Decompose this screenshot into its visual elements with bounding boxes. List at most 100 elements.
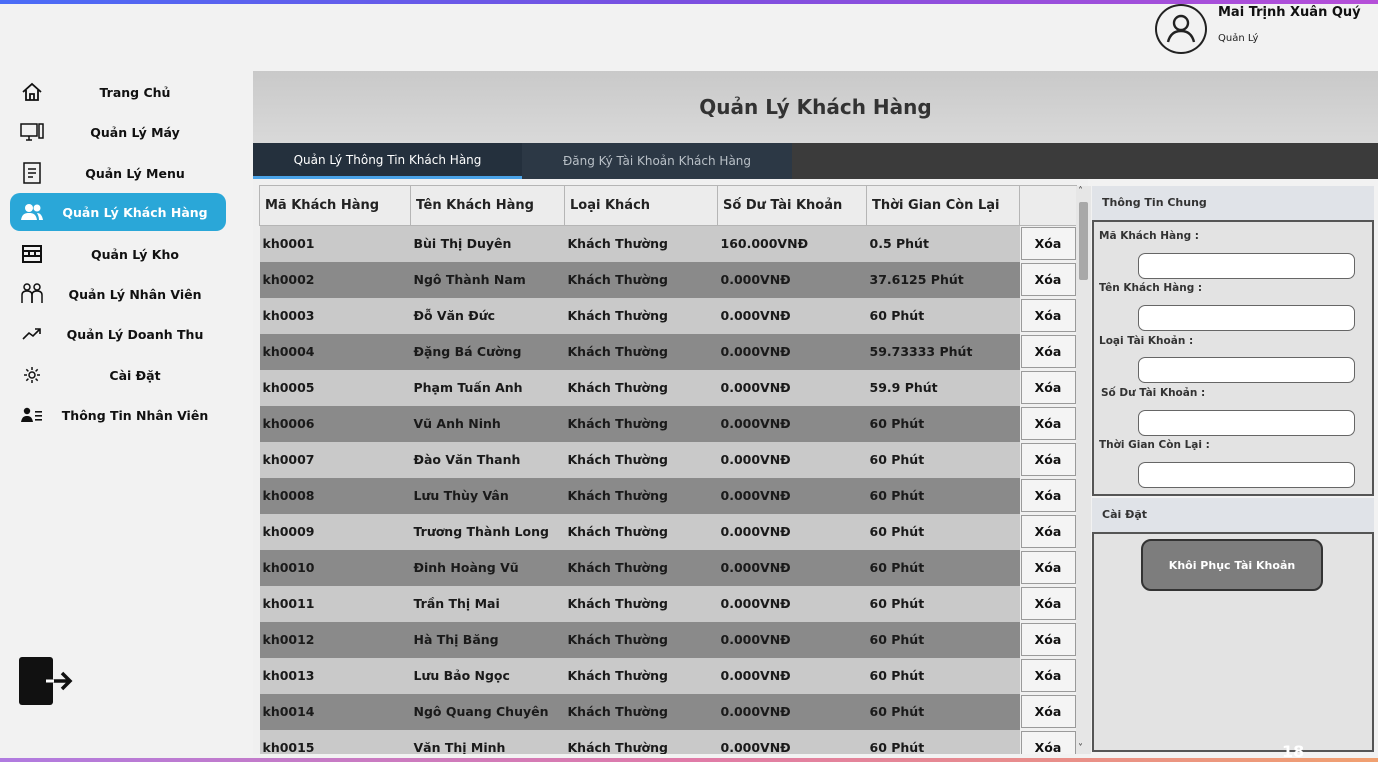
table-row[interactable]: kh0010 Đinh Hoàng Vũ Khách Thường 0.000VNĐ 6… xyxy=(259,549,1077,586)
table-action-cell: Xóa xyxy=(1019,405,1077,442)
column-header[interactable]: Tên Khách Hàng xyxy=(410,185,565,226)
table-row[interactable]: kh0014 Ngô Quang Chuyên Khách Thường 0.000V… xyxy=(259,693,1077,730)
table-row[interactable]: kh0013 Lưu Bảo Ngọc Khách Thường 0.000VNĐ 60… xyxy=(259,657,1077,694)
table-cell: 60 Phút xyxy=(866,693,1020,730)
table-cell: kh0009 xyxy=(259,513,411,550)
sidebar-item-staff-info[interactable]: Thông Tin Nhân Viên xyxy=(10,396,226,434)
table-cell: Đỗ Văn Đức xyxy=(410,297,565,334)
table-cell: 60 Phút xyxy=(866,405,1020,442)
table-cell: kh0006 xyxy=(259,405,411,442)
table-row[interactable]: kh0012 Hà Thị Băng Khách Thường 0.000VNĐ 60 … xyxy=(259,621,1077,658)
sidebar-item-revenue[interactable]: Quản Lý Doanh Thu xyxy=(10,315,226,353)
table-cell: Khách Thường xyxy=(564,585,718,622)
delete-button[interactable]: Xóa xyxy=(1020,407,1076,440)
table-cell: Lưu Bảo Ngọc xyxy=(410,657,565,694)
table-cell: Khách Thường xyxy=(564,621,718,658)
column-header[interactable]: Mã Khách Hàng xyxy=(259,185,411,226)
table-scrollbar[interactable]: ˄ ˅ xyxy=(1076,186,1091,754)
table-row[interactable]: kh0007 Đào Văn Thanh Khách Thường 0.000VNĐ 6… xyxy=(259,441,1077,478)
field-label: Tên Khách Hàng : xyxy=(1099,282,1203,294)
scroll-thumb[interactable] xyxy=(1079,202,1088,280)
table-cell: Khách Thường xyxy=(564,369,718,406)
delete-button[interactable]: Xóa xyxy=(1020,623,1076,656)
restore-account-button[interactable]: Khôi Phục Tài Khoản xyxy=(1141,539,1323,591)
delete-button[interactable]: Xóa xyxy=(1020,227,1076,261)
column-header[interactable]: Số Dư Tài Khoản xyxy=(717,185,867,226)
sidebar-item-settings[interactable]: Cài Đặt xyxy=(10,356,226,394)
sidebar-item-staff[interactable]: Quản Lý Nhân Viên xyxy=(10,275,226,313)
table-row[interactable]: kh0005 Phạm Tuấn Anh Khách Thường 0.000VNĐ 5… xyxy=(259,369,1077,406)
table-cell: Khách Thường xyxy=(564,225,718,262)
table-cell: kh0005 xyxy=(259,369,411,406)
page-header: Quản Lý Khách Hàng xyxy=(253,71,1378,143)
delete-button[interactable]: Xóa xyxy=(1020,443,1076,476)
user-avatar-icon[interactable] xyxy=(1155,4,1207,54)
table-row[interactable]: kh0004 Đặng Bá Cường Khách Thường 0.000VNĐ 5… xyxy=(259,333,1077,370)
table-cell: kh0001 xyxy=(259,225,411,262)
delete-button[interactable]: Xóa xyxy=(1020,587,1076,620)
sidebar-item-warehouse[interactable]: Quản Lý Kho xyxy=(10,235,226,273)
table-action-cell: Xóa xyxy=(1019,513,1077,550)
table-cell: 0.000VNĐ xyxy=(717,657,867,694)
column-header-actions xyxy=(1019,185,1077,226)
table-cell: 0.000VNĐ xyxy=(717,405,867,442)
customer-id-field[interactable] xyxy=(1138,253,1355,279)
tab-customer-info[interactable]: Quản Lý Thông Tin Khách Hàng xyxy=(253,143,522,179)
table-action-cell: Xóa xyxy=(1019,585,1077,622)
sidebar-item-machines[interactable]: Quản Lý Máy xyxy=(10,113,226,151)
delete-button[interactable]: Xóa xyxy=(1020,335,1076,368)
delete-button[interactable]: Xóa xyxy=(1020,659,1076,692)
balance-field[interactable] xyxy=(1138,410,1355,436)
delete-button[interactable]: Xóa xyxy=(1020,479,1076,512)
scroll-up-icon[interactable]: ˄ xyxy=(1078,186,1083,197)
field-label: Loại Tài Khoản : xyxy=(1099,335,1194,347)
users-icon xyxy=(20,202,44,222)
sidebar-item-menu[interactable]: Quản Lý Menu xyxy=(10,154,226,192)
remaining-time-field[interactable] xyxy=(1138,462,1355,488)
table-cell: Phạm Tuấn Anh xyxy=(410,369,565,406)
table-row[interactable]: kh0002 Ngô Thành Nam Khách Thường 0.000VNĐ 3… xyxy=(259,261,1077,298)
home-icon xyxy=(20,82,44,102)
table-cell: kh0015 xyxy=(259,729,411,754)
table-cell: 59.73333 Phút xyxy=(866,333,1020,370)
table-cell: Khách Thường xyxy=(564,405,718,442)
tab-register-account[interactable]: Đăng Ký Tài Khoản Khách Hàng xyxy=(522,143,792,179)
delete-button[interactable]: Xóa xyxy=(1020,263,1076,296)
table-row[interactable]: kh0008 Lưu Thùy Vân Khách Thường 0.000VNĐ 60… xyxy=(259,477,1077,514)
table-row[interactable]: kh0003 Đỗ Văn Đức Khách Thường 0.000VNĐ 60 P… xyxy=(259,297,1077,334)
table-cell: Khách Thường xyxy=(564,441,718,478)
table-action-cell: Xóa xyxy=(1019,333,1077,370)
sidebar-item-customers[interactable]: Quản Lý Khách Hàng xyxy=(10,193,226,231)
column-header[interactable]: Thời Gian Còn Lại xyxy=(866,185,1020,226)
column-header[interactable]: Loại Khách xyxy=(564,185,718,226)
table-row[interactable]: kh0001 Bùi Thị Duyên Khách Thường 160.000VN… xyxy=(259,225,1077,262)
sidebar-item-home[interactable]: Trang Chủ xyxy=(10,73,226,111)
table-row[interactable]: kh0015 Văn Thị Minh Khách Thường 0.000VNĐ 60… xyxy=(259,729,1077,754)
table-cell: Khách Thường xyxy=(564,333,718,370)
delete-button[interactable]: Xóa xyxy=(1020,299,1076,332)
table-row[interactable]: kh0009 Trương Thành Long Khách Thường 0.000… xyxy=(259,513,1077,550)
customer-table: Mã Khách Hàng Tên Khách Hàng Loại Khách … xyxy=(259,185,1077,754)
table-action-cell: Xóa xyxy=(1019,441,1077,478)
table-cell: Khách Thường xyxy=(564,261,718,298)
table-row[interactable]: kh0011 Trần Thị Mai Khách Thường 0.000VNĐ 60… xyxy=(259,585,1077,622)
delete-button[interactable]: Xóa xyxy=(1020,731,1076,754)
table-cell: kh0011 xyxy=(259,585,411,622)
delete-button[interactable]: Xóa xyxy=(1020,515,1076,548)
table-row[interactable]: kh0006 Vũ Anh Ninh Khách Thường 0.000VNĐ 60 … xyxy=(259,405,1077,442)
scroll-down-icon[interactable]: ˅ xyxy=(1078,743,1083,754)
delete-button[interactable]: Xóa xyxy=(1020,551,1076,584)
table-cell: kh0014 xyxy=(259,693,411,730)
table-cell: Khách Thường xyxy=(564,693,718,730)
account-type-field[interactable] xyxy=(1138,357,1355,383)
bottom-accent-stripe xyxy=(0,758,1378,762)
delete-button[interactable]: Xóa xyxy=(1020,371,1076,404)
table-cell: 60 Phút xyxy=(866,513,1020,550)
table-action-cell: Xóa xyxy=(1019,621,1077,658)
customer-name-field[interactable] xyxy=(1138,305,1355,331)
delete-button[interactable]: Xóa xyxy=(1020,695,1076,728)
sidebar-item-label: Cài Đặt xyxy=(109,367,161,383)
table-cell: 60 Phút xyxy=(866,549,1020,586)
logout-icon[interactable] xyxy=(18,655,74,707)
table-action-cell: Xóa xyxy=(1019,297,1077,334)
